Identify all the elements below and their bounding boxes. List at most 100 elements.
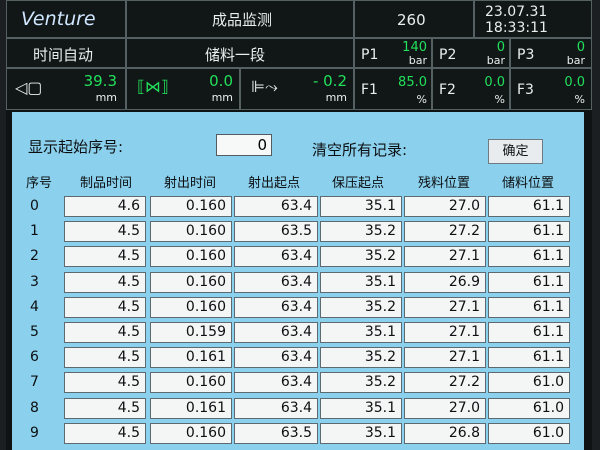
col-header-index: 序号 <box>26 176 53 191</box>
brand-logo: Venture <box>21 8 96 30</box>
col-header-injection-start: 射出起点 <box>248 176 301 191</box>
table-cell: 27.0 <box>404 397 486 419</box>
table-cell: 0.160 <box>150 196 232 217</box>
p3-cell: P3 0 bar <box>510 38 592 68</box>
p2-cell: P2 0 bar <box>432 38 510 68</box>
clear-records-label: 清空所有记录: <box>312 141 408 159</box>
f1-value: 85.0 <box>398 75 427 90</box>
p2-unit: bar <box>486 54 505 67</box>
col-header-cycle-time: 制品时间 <box>80 176 133 191</box>
col-header-charge-position: 储料位置 <box>502 176 555 191</box>
table-cell: 63.4 <box>234 372 318 394</box>
f1-cell: F1 85.0 % <box>354 68 432 110</box>
table-cell: 4.5 <box>64 246 146 268</box>
header-bar: Venture 成品监测 260 23.07.31 18:33:11 时间自动 … <box>6 0 592 110</box>
screw-gauge-cell: ◁▢ 39.3 mm <box>6 68 126 110</box>
table-cell: 35.1 <box>320 271 402 293</box>
table-cell: 0.160 <box>150 271 232 293</box>
time-text: 18:33:11 <box>485 20 548 36</box>
table-cell: 61.1 <box>488 322 570 343</box>
screw-icon: ◁▢ <box>15 78 43 97</box>
table-cell: 27.1 <box>404 322 486 343</box>
table-cell: 4.5 <box>64 322 146 343</box>
row-index: 5 <box>30 324 39 340</box>
f2-unit: % <box>494 93 505 106</box>
table-cell: 0.160 <box>150 372 232 394</box>
table-cell: 61.0 <box>488 397 570 419</box>
ejector-gauge-cell: ⊫⤳ - 0.2 mm <box>240 68 354 110</box>
table-cell: 63.4 <box>234 296 318 318</box>
screw-unit: mm <box>95 91 117 104</box>
table-cell: 0.160 <box>150 246 232 268</box>
ejector-icon: ⊫⤳ <box>251 77 278 96</box>
f2-cell: F2 0.0 % <box>432 68 510 110</box>
table-cell: 27.2 <box>404 221 486 243</box>
table-cell: 61.1 <box>488 196 570 217</box>
table-cell: 35.1 <box>320 322 402 343</box>
table-cell: 27.0 <box>404 196 486 217</box>
table-cell: 35.2 <box>320 246 402 268</box>
col-header-injection-time: 射出时间 <box>164 176 217 191</box>
table-cell: 27.2 <box>404 372 486 394</box>
datetime-cell: 23.07.31 18:33:11 <box>474 0 592 38</box>
counter-cell: 260 <box>354 0 474 38</box>
mode-label: 时间自动 <box>33 46 94 64</box>
row-index: 0 <box>30 198 39 214</box>
mold-unit: mm <box>211 91 233 104</box>
table-cell: 27.1 <box>404 347 486 369</box>
col-header-hold-start: 保压起点 <box>332 176 385 191</box>
row-index: 4 <box>30 298 39 315</box>
table-cell: 26.9 <box>404 271 486 293</box>
p1-label: P1 <box>361 47 379 63</box>
table-cell: 4.5 <box>64 372 146 394</box>
page-title: 成品监测 <box>212 11 273 29</box>
table-cell: 0.160 <box>150 422 232 444</box>
row-index: 2 <box>30 248 39 265</box>
row-index: 6 <box>30 349 39 366</box>
table-cell: 0.161 <box>150 347 232 369</box>
table-cell: 4.5 <box>64 347 146 369</box>
table-cell: 27.1 <box>404 246 486 268</box>
table-cell: 63.4 <box>234 397 318 419</box>
row-index: 7 <box>30 374 39 391</box>
date-text: 23.07.31 <box>485 4 548 20</box>
ejector-value: - 0.2 <box>312 72 347 90</box>
f3-label: F3 <box>517 82 534 98</box>
col-header-cushion-position: 残料位置 <box>418 176 471 191</box>
mold-icon: ⟦⋈⟧ <box>137 77 169 96</box>
hmi-screen: Venture 成品监测 260 23.07.31 18:33:11 时间自动 … <box>6 0 592 450</box>
mold-gauge-cell: ⟦⋈⟧ 0.0 mm <box>126 68 240 110</box>
table-cell: 63.4 <box>234 271 318 293</box>
table-cell: 0.160 <box>150 221 232 243</box>
shot-counter: 260 <box>397 11 426 29</box>
table-cell: 63.4 <box>234 196 318 217</box>
table-cell: 0.159 <box>150 322 232 343</box>
table-cell: 4.5 <box>64 221 146 243</box>
start-index-label: 显示起始序号: <box>28 138 124 156</box>
stage-label: 储料一段 <box>205 46 266 64</box>
confirm-button[interactable]: 确定 <box>488 139 543 164</box>
row-index: 1 <box>30 223 39 240</box>
start-index-input[interactable]: 0 <box>216 134 272 156</box>
p3-value: 0 <box>576 40 585 55</box>
table-cell: 61.1 <box>488 296 570 318</box>
table-cell: 35.2 <box>320 347 402 369</box>
p1-unit: bar <box>408 54 427 67</box>
table-cell: 35.1 <box>320 397 402 419</box>
table-cell: 63.5 <box>234 422 318 444</box>
table-cell: 61.1 <box>488 221 570 243</box>
row-index: 8 <box>30 399 39 416</box>
table-cell: 63.4 <box>234 322 318 343</box>
table-cell: 26.8 <box>404 422 486 444</box>
row-index: 3 <box>30 273 39 290</box>
table-cell: 61.1 <box>488 271 570 293</box>
table-cell: 61.1 <box>488 246 570 268</box>
table-cell: 4.6 <box>64 196 146 217</box>
stage-cell: 储料一段 <box>126 38 354 68</box>
table-cell: 61.0 <box>488 372 570 394</box>
title-cell: 成品监测 <box>126 0 354 38</box>
table-cell: 4.5 <box>64 296 146 318</box>
table-cell: 63.4 <box>234 246 318 268</box>
f1-label: F1 <box>361 82 378 98</box>
table-cell: 4.5 <box>64 271 146 293</box>
